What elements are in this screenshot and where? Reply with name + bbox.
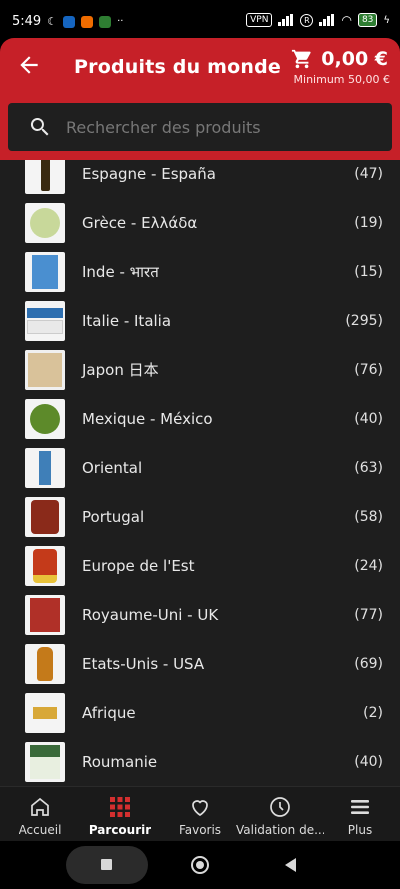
signal-icon-2: [319, 14, 335, 26]
list-item[interactable]: Portugal (58): [0, 492, 400, 541]
search-input[interactable]: [66, 117, 366, 137]
signal-icon: [278, 14, 294, 26]
nav-plus[interactable]: Plus: [320, 787, 400, 842]
moon-icon: ☾: [47, 15, 58, 28]
nav-label: Accueil: [18, 823, 62, 837]
list-item[interactable]: Espagne - España (47): [0, 160, 400, 198]
search-icon: [30, 118, 49, 136]
nav-label: Plus: [347, 823, 373, 837]
minimum-order-text: Minimum 50,00 €: [293, 73, 390, 86]
nav-label: Favoris: [178, 823, 222, 837]
category-thumbnail: [25, 545, 65, 586]
list-item[interactable]: Inde - भारत (15): [0, 247, 400, 296]
category-thumbnail: [25, 594, 65, 635]
category-thumbnail: [25, 202, 65, 243]
nav-label: Parcourir: [88, 823, 152, 837]
vpn-badge: VPN: [246, 13, 273, 27]
app-header: Produits du monde 0,00 € Minimum 50,00 €: [0, 38, 400, 160]
back-triangle-icon[interactable]: [285, 858, 296, 872]
status-time: 5:49: [12, 14, 42, 29]
category-label: Roumanie: [82, 752, 158, 771]
arrow-back-icon[interactable]: [16, 52, 42, 78]
menu-icon: [351, 800, 369, 814]
category-label: Inde - भारत: [82, 262, 159, 281]
home-icon: [31, 797, 49, 816]
category-count: (2): [363, 704, 383, 721]
list-item[interactable]: Japon 日本 (76): [0, 345, 400, 394]
category-count: (40): [354, 753, 383, 770]
charging-icon: ϟ: [383, 14, 390, 26]
nav-parcourir[interactable]: Parcourir: [80, 787, 160, 842]
category-thumbnail: [25, 300, 65, 341]
category-count: (19): [354, 214, 383, 231]
category-thumbnail: [25, 349, 65, 390]
category-count: (69): [354, 655, 383, 672]
shopping-cart-icon[interactable]: [291, 48, 313, 70]
category-count: (24): [354, 557, 383, 574]
category-label: Etats-Unis - USA: [82, 654, 205, 673]
system-navigation-bar: [0, 841, 400, 889]
category-label: Royaume-Uni - UK: [82, 605, 219, 624]
more-notifications-icon: ··: [117, 16, 124, 27]
recents-icon[interactable]: [101, 859, 112, 870]
battery-icon: 83: [357, 13, 378, 27]
wifi-icon: ◠: [341, 13, 352, 27]
category-thumbnail: [25, 251, 65, 292]
category-count: (47): [354, 165, 383, 182]
nav-label: Validation de...: [236, 823, 324, 837]
list-item[interactable]: Europe de l'Est (24): [0, 541, 400, 590]
category-count: (58): [354, 508, 383, 525]
list-item[interactable]: Etats-Unis - USA (69): [0, 639, 400, 688]
category-label: Portugal: [82, 507, 145, 526]
category-count: (15): [354, 263, 383, 280]
category-label: Mexique - México: [82, 409, 213, 428]
cart-summary[interactable]: 0,00 €: [291, 48, 388, 70]
app-icon-green: [99, 15, 112, 28]
app-icon-orange: [81, 15, 94, 28]
list-item[interactable]: Roumanie (40): [0, 737, 400, 786]
category-thumbnail: [25, 398, 65, 439]
category-count: (40): [354, 410, 383, 427]
heart-icon: [192, 800, 208, 817]
category-thumbnail: [25, 496, 65, 537]
nav-validation[interactable]: Validation de...: [236, 787, 324, 842]
accessibility-icon: [63, 15, 76, 28]
list-item[interactable]: Oriental (63): [0, 443, 400, 492]
category-label: Espagne - España: [82, 164, 216, 183]
category-count: (77): [354, 606, 383, 623]
search-bar[interactable]: [8, 103, 392, 151]
list-item[interactable]: Royaume-Uni - UK (77): [0, 590, 400, 639]
category-label: Grèce - Ελλάδα: [82, 213, 198, 232]
category-thumbnail: [25, 447, 65, 488]
nav-accueil[interactable]: Accueil: [0, 787, 80, 842]
category-thumbnail: [25, 160, 65, 194]
category-label: Oriental: [82, 458, 143, 477]
category-label: Europe de l'Est: [82, 556, 195, 575]
category-thumbnail: [25, 692, 65, 733]
list-item[interactable]: Grèce - Ελλάδα (19): [0, 198, 400, 247]
category-label: Italie - Italia: [82, 311, 172, 330]
category-count: (63): [354, 459, 383, 476]
list-item[interactable]: Afrique (2): [0, 688, 400, 737]
category-thumbnail: [25, 741, 65, 782]
clock-icon: [270, 797, 290, 817]
category-list: Espagne - España (47) Grèce - Ελλάδα (19…: [0, 160, 400, 786]
grid-icon: [110, 797, 130, 817]
registered-icon: R: [300, 13, 314, 27]
list-item[interactable]: Italie - Italia (295): [0, 296, 400, 345]
list-item[interactable]: Mexique - México (40): [0, 394, 400, 443]
category-thumbnail: [25, 643, 65, 684]
home-button-icon[interactable]: [191, 856, 209, 874]
cart-amount[interactable]: 0,00 €: [321, 48, 388, 70]
page-title: Produits du monde: [74, 56, 282, 78]
category-label: Japon 日本: [82, 361, 159, 379]
category-label: Afrique: [82, 703, 136, 722]
category-count: (76): [354, 361, 383, 378]
category-count: (295): [345, 312, 383, 329]
bottom-navigation: Accueil Parcourir Favoris Validation de.…: [0, 786, 400, 841]
nav-favoris[interactable]: Favoris: [160, 787, 240, 842]
